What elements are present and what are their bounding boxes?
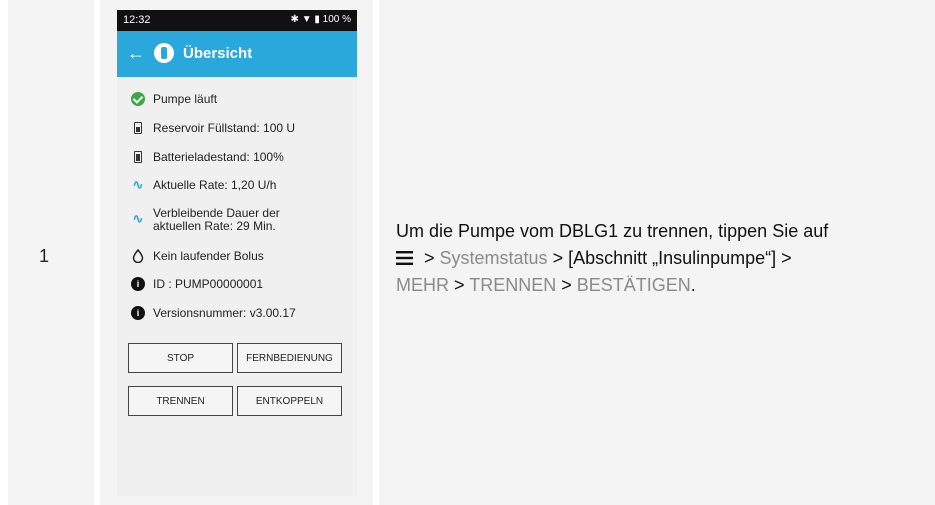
rate-wave-icon: ∿ bbox=[132, 211, 144, 226]
phone-screen: 12:32 ✱ ▼ ▮ 100 % ← Übersicht Pumpe läuf… bbox=[117, 10, 357, 496]
status-item-pump-running: Pumpe läuft bbox=[131, 92, 217, 106]
instruction-part1: Um die Pumpe vom DBLG1 zu trennen, tippe… bbox=[396, 221, 829, 241]
unpair-button[interactable]: ENTKOPPELN bbox=[237, 386, 342, 416]
status-indicators: ✱ ▼ ▮ 100 % bbox=[290, 14, 351, 25]
app-logo-icon bbox=[154, 43, 174, 63]
status-item-text: Pumpe läuft bbox=[153, 92, 218, 106]
instruction-text: Um die Pumpe vom DBLG1 zu trennen, tippe… bbox=[396, 218, 916, 299]
check-circle-icon bbox=[131, 92, 145, 106]
status-time: 12:32 bbox=[123, 14, 151, 26]
status-item-battery: Batterieladestand: 100% bbox=[131, 150, 284, 164]
status-item-text: Reservoir Füllstand: 100 U bbox=[153, 121, 296, 135]
status-item-reservoir: Reservoir Füllstand: 100 U bbox=[131, 121, 295, 135]
instruction-end: . bbox=[690, 275, 696, 295]
status-item-version: i Versionsnummer: v3.00.17 bbox=[131, 306, 296, 320]
battery-icon bbox=[131, 150, 145, 164]
status-item-text: Aktuelle Rate: 1,20 U/h bbox=[153, 178, 277, 192]
status-item-text: Kein laufender Bolus bbox=[153, 249, 264, 263]
bestaetigen-link: BESTÄTIGEN bbox=[576, 275, 691, 295]
instruction-cell: Um die Pumpe vom DBLG1 zu trennen, tippe… bbox=[379, 0, 935, 505]
instruction-sep2: > [Abschnitt „Insulinpumpe“] > bbox=[547, 248, 792, 268]
hamburger-menu-icon bbox=[396, 246, 413, 265]
rate-wave-icon: ∿ bbox=[132, 177, 144, 192]
status-bar: 12:32 ✱ ▼ ▮ 100 % bbox=[117, 10, 357, 31]
step-number-cell: 1 bbox=[8, 0, 94, 505]
status-item-text: Batterieladestand: 100% bbox=[153, 150, 284, 164]
disconnect-button[interactable]: TRENNEN bbox=[128, 386, 233, 416]
status-item-text: Verbleibende Dauer der aktuellen Rate: 2… bbox=[153, 206, 280, 233]
status-item-bolus: Kein laufender Bolus bbox=[131, 248, 264, 264]
systemstatus-link: Systemstatus bbox=[439, 248, 548, 268]
app-bar: ← Übersicht bbox=[117, 31, 357, 77]
drop-icon bbox=[131, 248, 145, 264]
instruction-sep1: > bbox=[419, 248, 440, 268]
instruction-sep3: > bbox=[449, 275, 470, 295]
step-number: 1 bbox=[39, 246, 50, 266]
status-item-current-rate: ∿ Aktuelle Rate: 1,20 U/h bbox=[131, 177, 277, 193]
info-icon: i bbox=[131, 306, 145, 320]
arrow-left-icon[interactable]: ← bbox=[127, 43, 145, 64]
status-item-text: ID : PUMP00000001 bbox=[153, 277, 264, 291]
status-item-id: i ID : PUMP00000001 bbox=[131, 277, 263, 291]
status-item-remaining-duration: ∿ Verbleibende Dauer der aktuellen Rate:… bbox=[131, 207, 331, 233]
mehr-link: MEHR bbox=[396, 275, 449, 295]
screenshot-cell: 12:32 ✱ ▼ ▮ 100 % ← Übersicht Pumpe läuf… bbox=[100, 0, 373, 505]
status-item-text: Versionsnummer: v3.00.17 bbox=[153, 306, 296, 320]
info-icon: i bbox=[131, 277, 145, 291]
page-title: Übersicht bbox=[183, 45, 253, 62]
trennen-link: TRENNEN bbox=[469, 275, 557, 295]
stop-button[interactable]: STOP bbox=[128, 343, 233, 373]
reservoir-icon bbox=[131, 121, 145, 135]
remote-control-button[interactable]: FERNBEDIENUNG bbox=[237, 343, 342, 373]
instruction-sep4: > bbox=[556, 275, 577, 295]
